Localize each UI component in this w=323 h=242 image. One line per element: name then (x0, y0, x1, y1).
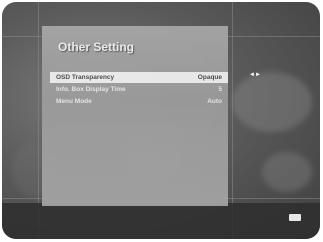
menu-panel: Other Setting OSD Transparency Opaque In… (42, 26, 228, 206)
menu-item-label: OSD Transparency (56, 74, 115, 81)
tv-screen: Other Setting OSD Transparency Opaque In… (2, 2, 320, 239)
page-title: Other Setting (58, 40, 135, 54)
menu-item-value: Auto (207, 98, 222, 105)
left-right-arrows-icon: ◄► (249, 72, 261, 78)
bottom-band (2, 203, 320, 239)
menu-item-label: Menu Mode (56, 98, 92, 105)
menu-list: OSD Transparency Opaque Info. Box Displa… (50, 72, 228, 108)
menu-item-value: 5 (218, 86, 222, 93)
menu-item-value: Opaque (197, 74, 222, 81)
menu-item-label: Info. Box Display Time (56, 86, 126, 93)
exit-icon (289, 214, 301, 221)
map-texture (232, 72, 312, 132)
menu-item-info-box-display-time[interactable]: Info. Box Display Time 5 (50, 84, 228, 95)
menu-item-osd-transparency[interactable]: OSD Transparency Opaque (50, 72, 228, 83)
map-texture (262, 152, 312, 192)
menu-item-menu-mode[interactable]: Menu Mode Auto (50, 96, 228, 107)
